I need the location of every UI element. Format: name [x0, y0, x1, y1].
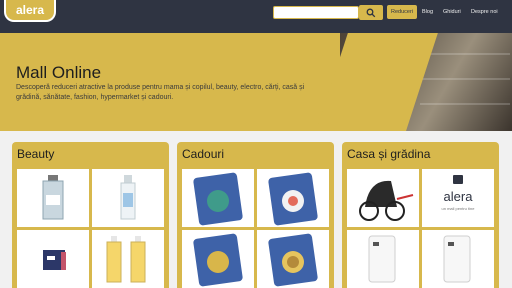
top-navigation-bar: alera Reduceri Blog Ghiduri Despre noi — [0, 0, 512, 33]
lipstick-box-image — [43, 250, 66, 270]
phone-case-image — [268, 172, 318, 226]
phone-case-image — [193, 172, 243, 226]
category-panel-home-garden[interactable]: Casa și grădina alera un mall pentru tin… — [342, 142, 499, 288]
product-tile-cream[interactable] — [92, 169, 164, 227]
product-tile-clinique[interactable] — [92, 230, 164, 288]
water-heater-image — [368, 235, 396, 283]
product-tile-alera-logo[interactable]: alera un mall pentru tine — [422, 169, 494, 227]
search-input[interactable] — [273, 6, 359, 19]
bike-trailer-image — [359, 180, 414, 221]
product-tile-water-heater-2[interactable] — [422, 230, 494, 288]
product-tile-water-heater-1[interactable] — [347, 230, 419, 288]
product-tile-phone-case-3[interactable] — [182, 230, 254, 288]
alera-logo-text: alera — [443, 189, 473, 204]
nav-discounts-button[interactable]: Reduceri — [387, 5, 417, 19]
hero-description: Descoperă reduceri atractive la produse … — [16, 84, 305, 101]
product-tile-phone-case-4[interactable] — [257, 230, 329, 288]
search-button[interactable] — [359, 5, 383, 20]
perfume-bottle-image — [42, 175, 64, 220]
category-title: Casa și grădina — [347, 147, 431, 161]
site-logo-text: alera — [15, 3, 45, 17]
nav-about-link[interactable]: Despre noi — [471, 7, 498, 17]
cream-bottle-image — [120, 175, 136, 220]
product-tile-bike-trailer[interactable] — [347, 169, 419, 227]
nav-blog-link[interactable]: Blog — [422, 7, 433, 17]
water-heater-image — [443, 235, 471, 283]
product-tile-lipstick[interactable] — [17, 230, 89, 288]
phone-case-image — [268, 233, 318, 287]
search-icon — [366, 8, 376, 18]
nav-guides-link[interactable]: Ghiduri — [443, 7, 461, 17]
phone-case-image — [193, 233, 243, 287]
page-root: { "header": { "logo_text": "alera", "sea… — [0, 0, 512, 288]
product-tile-perfume[interactable] — [17, 169, 89, 227]
product-tile-phone-case-1[interactable] — [182, 169, 254, 227]
product-tile-phone-case-2[interactable] — [257, 169, 329, 227]
category-title: Beauty — [17, 147, 55, 161]
hero-banner: Mall Online Descoperă reduceri atractive… — [0, 33, 512, 131]
clinique-bottles-image — [106, 236, 146, 283]
category-panel-beauty[interactable]: Beauty — [12, 142, 169, 288]
category-title: Cadouri — [182, 147, 225, 161]
site-logo[interactable]: alera — [4, 0, 56, 22]
alera-tagline: un mall pentru tine — [441, 206, 475, 211]
category-panel-gifts[interactable]: Cadouri — [177, 142, 334, 288]
hero-title: Mall Online — [16, 63, 102, 82]
